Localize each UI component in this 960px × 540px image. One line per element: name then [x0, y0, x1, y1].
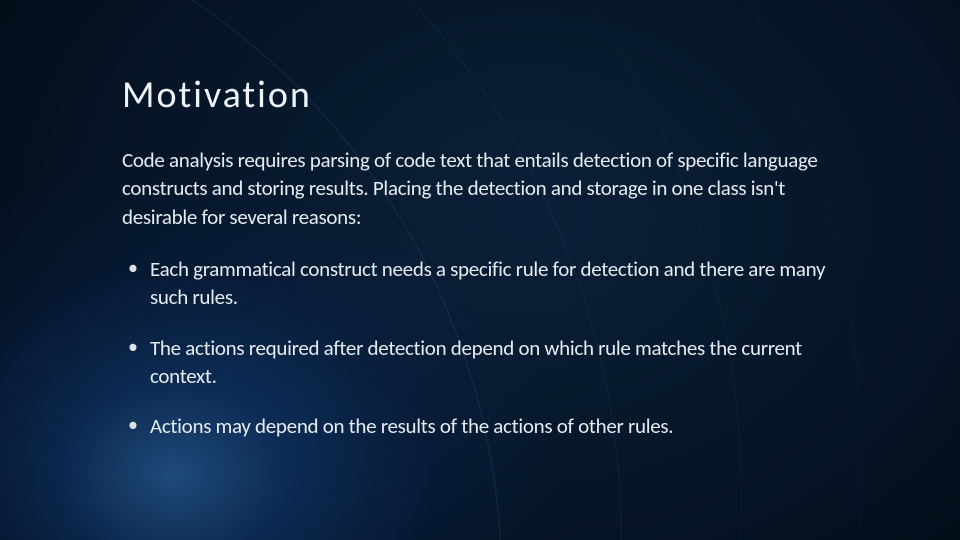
bullet-list: Each grammatical construct needs a speci…	[122, 255, 842, 441]
bullet-item: Actions may depend on the results of the…	[146, 412, 842, 440]
intro-paragraph: Code analysis requires parsing of code t…	[122, 146, 842, 231]
slide-content: Motivation Code analysis requires parsin…	[122, 72, 842, 463]
bullet-item: The actions required after detection dep…	[146, 334, 842, 391]
slide: Motivation Code analysis requires parsin…	[0, 0, 960, 540]
slide-title: Motivation	[122, 72, 842, 118]
bullet-item: Each grammatical construct needs a speci…	[146, 255, 842, 312]
